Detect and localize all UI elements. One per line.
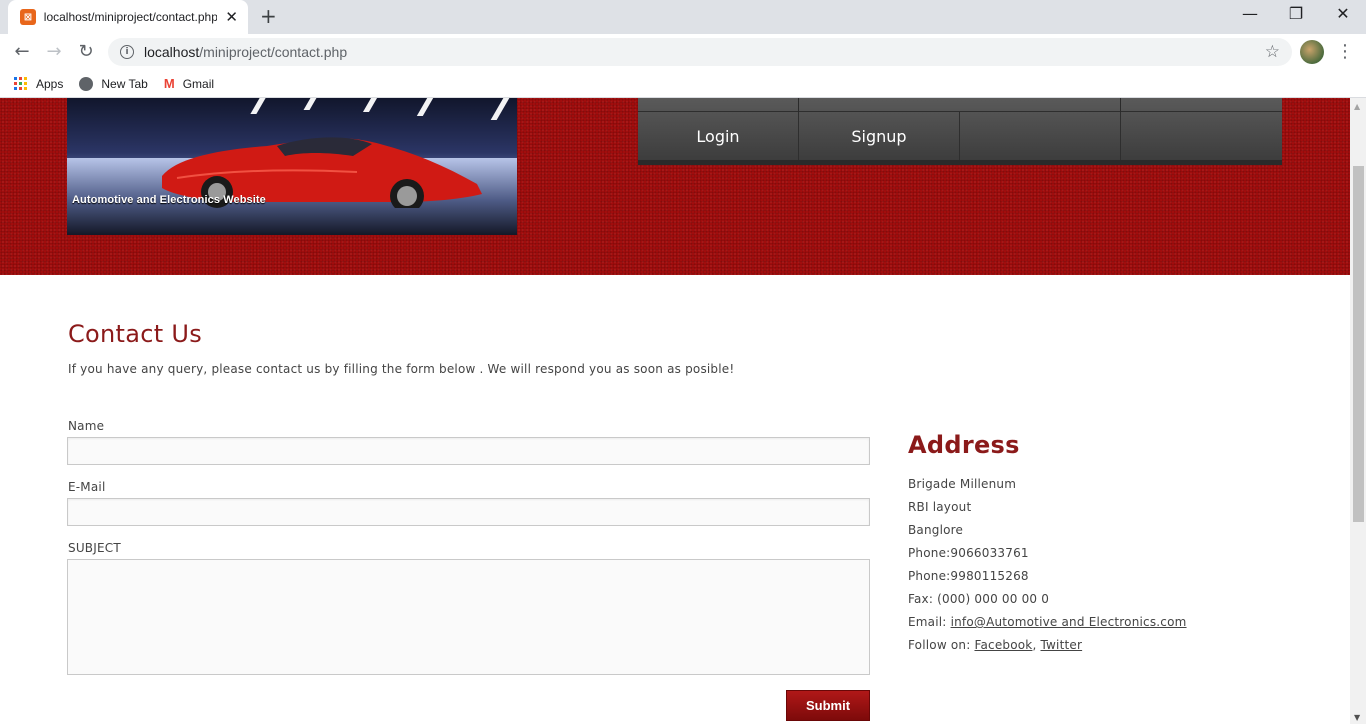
apps-grid-icon (14, 76, 28, 91)
name-label: Name (68, 419, 105, 433)
banner-caption: Automotive and Electronics Website (72, 194, 266, 206)
gmail-icon: M (163, 76, 175, 91)
scroll-up-icon[interactable]: ▲ (1354, 102, 1360, 111)
browser-toolbar: ← → ↻ i localhost/miniproject/contact.ph… (0, 34, 1366, 70)
facebook-link[interactable]: Facebook (974, 638, 1032, 652)
header-banner-image: Automotive and Electronics Website (67, 98, 517, 235)
name-input[interactable] (67, 437, 870, 465)
tab-title: localhost/miniproject/contact.php (43, 10, 218, 24)
profile-avatar[interactable] (1300, 40, 1324, 64)
scroll-down-icon[interactable]: ▼ (1354, 713, 1360, 722)
follow-line: Follow on: Facebook, Twitter (908, 638, 1082, 652)
reload-icon[interactable]: ↻ (74, 40, 98, 64)
bookmark-gmail[interactable]: M Gmail (164, 76, 214, 91)
site-info-icon[interactable]: i (120, 45, 134, 59)
phone-1: Phone:9066033761 (908, 546, 1029, 560)
nav-empty-slot (960, 112, 1121, 160)
browser-tab[interactable]: ⊠ localhost/miniproject/contact.php ✕ (8, 0, 248, 34)
address-title: Address (908, 431, 1020, 459)
bookmark-label: New Tab (101, 76, 148, 91)
bookmark-label: Gmail (182, 76, 215, 91)
globe-icon (79, 76, 94, 91)
email-label: E-Mail (68, 480, 106, 494)
page-title: Contact Us (68, 320, 203, 348)
page-scrollbar[interactable]: ▲ ▼ (1350, 98, 1366, 724)
nav-signup[interactable]: Signup (799, 112, 960, 160)
intro-text: If you have any query, please contact us… (68, 362, 735, 376)
address-bar[interactable]: i localhost/miniproject/contact.php ☆ (108, 38, 1292, 66)
follow-prefix: Follow on: (908, 638, 975, 652)
bookmark-star-icon[interactable]: ☆ (1265, 42, 1280, 62)
email-prefix: Email: (908, 615, 951, 629)
subject-label: SUBJECT (68, 541, 121, 555)
email-input[interactable] (67, 498, 870, 526)
page-viewport: Automotive and Electronics Website Login… (0, 98, 1366, 724)
separator: , (1032, 638, 1041, 652)
nav-login[interactable]: Login (638, 112, 799, 160)
site-header: Automotive and Electronics Website Login… (0, 98, 1350, 275)
contact-section: Contact Us If you have any query, please… (0, 275, 1350, 724)
minimize-icon[interactable]: — (1238, 4, 1262, 23)
window-close-icon[interactable]: ✕ (1331, 4, 1355, 23)
scrollbar-thumb[interactable] (1353, 166, 1364, 522)
browser-tab-strip: ⊠ localhost/miniproject/contact.php ✕ + … (0, 0, 1366, 34)
bookmarks-bar: Apps New Tab M Gmail (0, 70, 1366, 98)
restore-icon[interactable]: ❐ (1284, 4, 1308, 23)
subject-textarea[interactable] (67, 559, 870, 675)
address-line-2: RBI layout (908, 500, 972, 514)
bookmark-label: Apps (36, 76, 64, 91)
browser-menu-icon[interactable]: ⋮ (1336, 40, 1354, 64)
back-arrow-icon[interactable]: ← (10, 40, 34, 64)
fax: Fax: (000) 000 00 00 0 (908, 592, 1050, 606)
close-tab-icon[interactable]: ✕ (225, 9, 238, 25)
xampp-favicon-icon: ⊠ (20, 9, 36, 25)
email-link[interactable]: info@Automotive and Electronics.com (951, 615, 1187, 629)
bookmark-new-tab[interactable]: New Tab (79, 76, 148, 91)
new-tab-plus-icon[interactable]: + (260, 6, 277, 26)
phone-2: Phone:9980115268 (908, 569, 1029, 583)
address-line-1: Brigade Millenum (908, 477, 1017, 491)
forward-arrow-icon[interactable]: → (42, 40, 66, 64)
email-line: Email: info@Automotive and Electronics.c… (908, 615, 1187, 629)
main-nav-menu: Login Signup (638, 98, 1282, 165)
submit-button[interactable]: Submit (786, 690, 870, 721)
address-line-3: Banglore (908, 523, 964, 537)
twitter-link[interactable]: Twitter (1041, 638, 1083, 652)
url-text: localhost/miniproject/contact.php (144, 44, 348, 60)
bookmark-apps[interactable]: Apps (14, 76, 64, 91)
